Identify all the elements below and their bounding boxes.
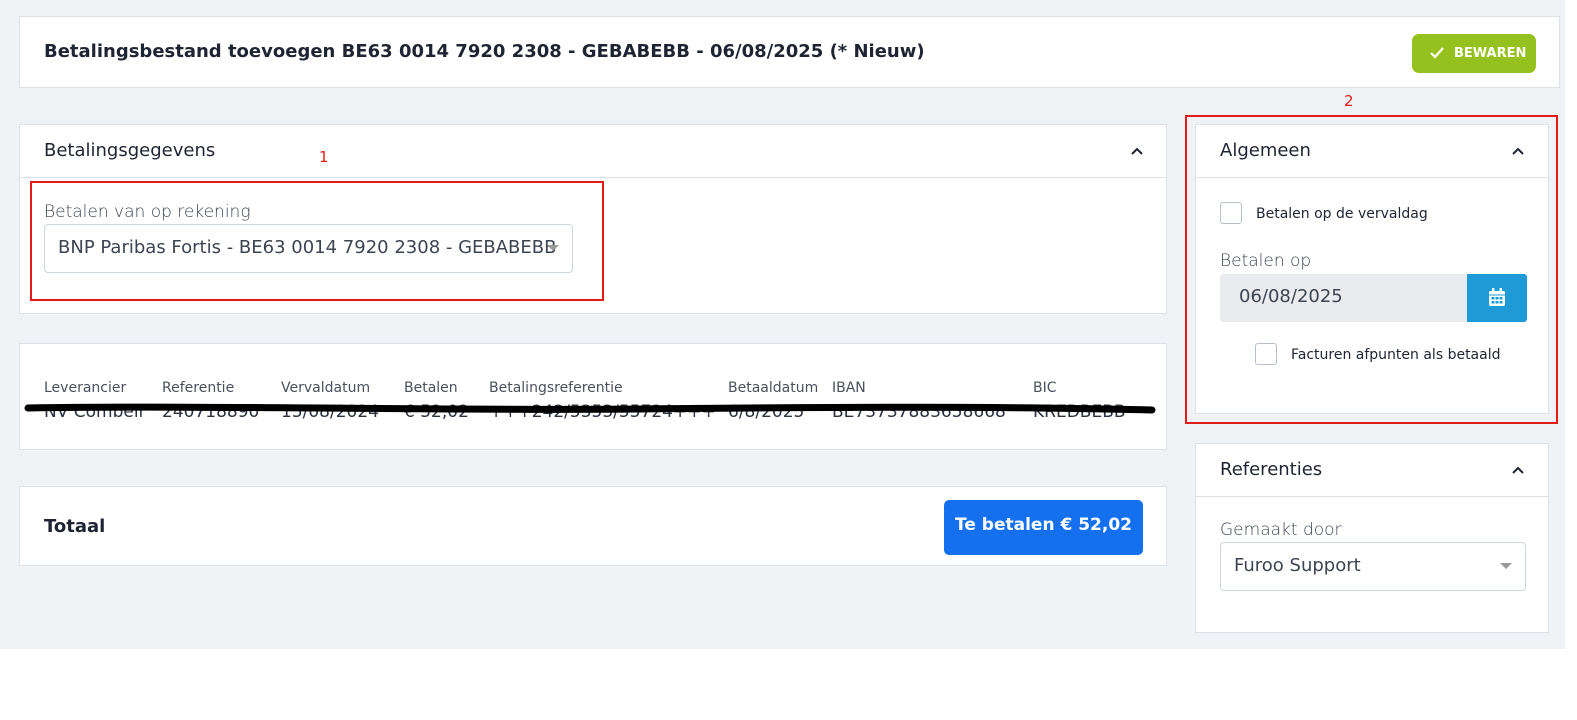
references-card: Referenties Gemaakt door Furoo Support [1195,443,1549,633]
column-header: Betalen [404,380,458,396]
total-label: Totaal [44,516,106,537]
column-header: Referentie [162,380,235,396]
save-button[interactable]: BEWAREN [1412,34,1536,73]
page-header: Betalingsbestand toevoegen BE63 0014 792… [19,16,1560,88]
chevron-up-icon[interactable] [1510,462,1526,478]
redaction-scribble [24,403,1156,414]
references-header[interactable]: Referenties [1196,444,1548,497]
total-card: Totaal Te betalen € 52,02 [19,486,1167,566]
references-title: Referenties [1220,459,1323,480]
column-header: Betaaldatum [728,380,819,396]
annotation-number-1: 1 [319,148,329,166]
column-header: IBAN [832,380,866,396]
column-header: Leverancier [44,380,127,396]
column-header: Vervaldatum [281,380,371,396]
created-by-label: Gemaakt door [1220,520,1342,540]
annotation-box-2 [1185,115,1558,424]
column-header: Betalingsreferentie [489,380,623,396]
column-header: BIC [1033,380,1057,396]
created-by-select[interactable]: Furoo Support [1220,542,1526,591]
check-icon [1430,47,1444,59]
pay-button[interactable]: Te betalen € 52,02 [944,500,1143,555]
page-title: Betalingsbestand toevoegen BE63 0014 792… [44,41,925,62]
pay-button-label: Te betalen € 52,02 [955,515,1132,535]
annotation-box-1 [30,181,604,301]
payment-details-title: Betalingsgegevens [44,140,216,161]
caret-down-icon [1500,563,1512,569]
created-by-value: Furoo Support [1234,555,1361,576]
chevron-up-icon[interactable] [1129,143,1145,159]
save-button-label: BEWAREN [1454,46,1527,61]
payment-details-header[interactable]: Betalingsgegevens [20,125,1166,178]
annotation-number-2: 2 [1344,92,1354,110]
